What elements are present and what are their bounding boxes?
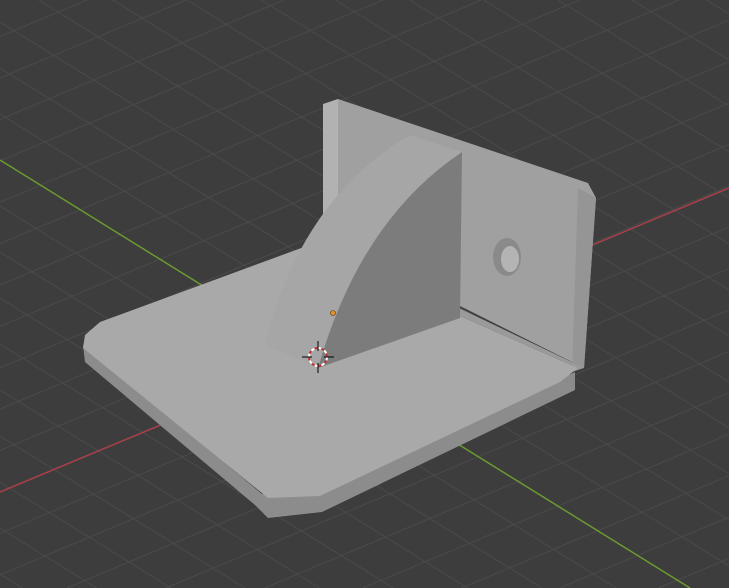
origin-point-icon[interactable] (330, 310, 336, 316)
grid-line (559, 516, 729, 588)
grid-line (706, 0, 729, 15)
grid-line (483, 0, 729, 153)
grid-line (0, 573, 23, 588)
mounting-hole-inner (501, 246, 519, 272)
grid-line (632, 0, 729, 61)
3d-viewport[interactable] (0, 0, 729, 588)
viewport-canvas[interactable] (0, 0, 729, 588)
grid-line (0, 527, 98, 588)
grid-line (0, 0, 88, 38)
bracket-model[interactable] (83, 99, 596, 518)
grid-line (658, 557, 729, 588)
grid-line (557, 0, 729, 107)
grid-line (461, 475, 729, 588)
